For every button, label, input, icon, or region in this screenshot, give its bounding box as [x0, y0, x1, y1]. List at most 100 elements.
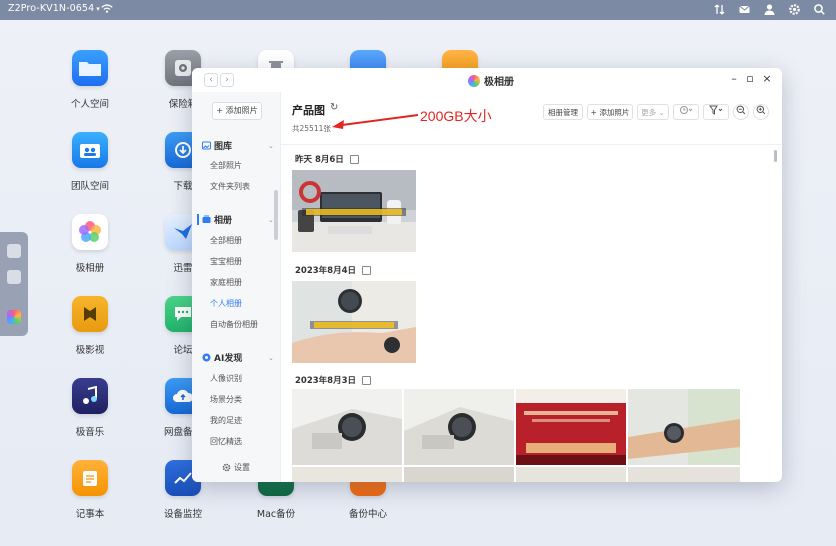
- desktop-icon-label: Mac备份: [256, 509, 296, 520]
- sidebar-item-personal-album[interactable]: 个人相册: [210, 298, 242, 309]
- settings-label: 设置: [234, 463, 250, 472]
- music-note-icon: [72, 378, 108, 414]
- desktop-icon-label: 个人空间: [70, 99, 109, 110]
- watch-wrist-photo: [292, 281, 416, 363]
- photo-thumbnail[interactable]: [292, 170, 416, 252]
- chevron-down-icon: ⌄: [268, 353, 274, 362]
- album-icon: [202, 215, 211, 223]
- video-icon: [72, 296, 108, 332]
- message-icon[interactable]: [738, 3, 751, 16]
- sidebar-item-family-album[interactable]: 家庭相册: [210, 277, 242, 288]
- album-title: 产品图: [292, 104, 325, 117]
- select-group-checkbox[interactable]: [349, 154, 359, 164]
- annotation-text: 200GB大小: [420, 108, 492, 124]
- sidebar-item-baby-album[interactable]: 宝宝相册: [210, 256, 242, 267]
- photo-thumbnail[interactable]: [404, 389, 514, 465]
- watch-wrist-photo: [628, 389, 740, 465]
- photo-thumbnail[interactable]: [516, 467, 626, 482]
- sidebar-item-all-photos[interactable]: 全部照片: [210, 160, 242, 171]
- dock-drive-icon[interactable]: [7, 244, 21, 258]
- team-folder-icon: [72, 132, 108, 168]
- content-scrollbar[interactable]: [774, 150, 777, 162]
- sidebar-section-gallery[interactable]: 图库 ⌄: [202, 139, 274, 152]
- device-name: Z2Pro-KV1N-0654: [8, 3, 95, 14]
- sidebar-section-label: AI发现: [214, 354, 243, 364]
- zoom-out-button[interactable]: [733, 104, 749, 120]
- sidebar-item-auto-backup-album[interactable]: 自动备份相册: [210, 319, 258, 330]
- search-icon[interactable]: [813, 3, 826, 16]
- desktop-icon-video[interactable]: 极影视: [45, 296, 135, 356]
- sidebar-item-scene-classification[interactable]: 场景分类: [210, 394, 242, 405]
- left-dock: [0, 232, 28, 336]
- close-button[interactable]: ×: [761, 72, 773, 85]
- date-group-label: 2023年8月4日: [295, 266, 356, 276]
- add-photo-button[interactable]: + 添加照片: [212, 102, 262, 120]
- more-dropdown[interactable]: 更多 ⌄: [637, 104, 669, 120]
- dock-apps-grid-icon[interactable]: [7, 270, 21, 284]
- more-label: 更多: [641, 108, 657, 117]
- zoom-in-button[interactable]: [753, 104, 769, 120]
- sort-dropdown[interactable]: [673, 104, 699, 120]
- app-logo-icon: [468, 74, 480, 87]
- gallery-icon: [202, 141, 211, 150]
- select-group-checkbox[interactable]: [362, 375, 371, 385]
- main-content: 产品图 ↻ 共25511张 相册管理 + 添加照片 更多 ⌄ 昨天 8月6日 2…: [281, 92, 782, 482]
- clock-sort-icon: [680, 106, 693, 114]
- window-title-text: 极相册: [484, 77, 514, 88]
- window-titlebar: ‹ › 极相册 – ▫ ×: [192, 68, 782, 92]
- sidebar-section-ai[interactable]: AI发现 ⌄: [202, 351, 274, 364]
- desktop-icon-personal-space[interactable]: 个人空间: [45, 50, 135, 110]
- photo-thumbnail[interactable]: [404, 467, 514, 482]
- sidebar-item-folders[interactable]: 文件夹列表: [210, 181, 250, 192]
- chevron-down-icon: ⌄: [658, 108, 665, 117]
- ai-discover-icon: [202, 353, 211, 362]
- desktop-icon-notepad[interactable]: 记事本: [45, 460, 135, 520]
- user-icon[interactable]: [763, 3, 776, 16]
- photo-app-window: ‹ › 极相册 – ▫ × + 添加照片 图库 ⌄ 全部照片 文件夹列表 相册 …: [192, 68, 782, 482]
- album-manage-button[interactable]: 相册管理: [543, 104, 583, 120]
- desktop-icon-music[interactable]: 极音乐: [45, 378, 135, 438]
- sidebar-item-memories[interactable]: 回忆精选: [210, 436, 242, 447]
- desktop-icon-label: 设备监控: [163, 509, 202, 520]
- photo-thumbnail[interactable]: [628, 467, 740, 482]
- minimize-button[interactable]: –: [728, 72, 740, 85]
- desktop-icon-photos[interactable]: 极相册: [45, 214, 135, 274]
- dock-photos-icon[interactable]: [7, 310, 21, 324]
- desktop-icon-label: 记事本: [75, 509, 105, 520]
- folder-icon: [72, 50, 108, 86]
- chevron-down-icon: ⌄: [268, 215, 274, 224]
- filter-icon: [709, 105, 723, 115]
- photo-thumbnail[interactable]: [516, 389, 626, 465]
- desktop-icon-label: 极影视: [75, 345, 105, 356]
- sidebar-settings-button[interactable]: 设置: [222, 462, 250, 473]
- device-selector[interactable]: Z2Pro-KV1N-0654 ▾: [8, 3, 100, 14]
- photo-thumbnail[interactable]: [292, 467, 402, 482]
- header-divider: [281, 144, 782, 145]
- sidebar-section-albums[interactable]: 相册 ⌄: [202, 213, 274, 226]
- photo-thumbnail[interactable]: [292, 389, 402, 465]
- sidebar-item-face-recognition[interactable]: 人像识别: [210, 373, 242, 384]
- sidebar-section-label: 相册: [214, 216, 233, 226]
- transfer-icon[interactable]: [713, 3, 726, 16]
- photo-thumbnail[interactable]: [628, 389, 740, 465]
- select-group-checkbox[interactable]: [362, 265, 371, 275]
- sidebar-item-my-footprints[interactable]: 我的足迹: [210, 415, 242, 426]
- zoom-out-icon: [736, 105, 746, 115]
- sidebar-item-all-albums[interactable]: 全部相册: [210, 235, 242, 246]
- date-group-label: 2023年8月3日: [295, 376, 356, 386]
- back-button[interactable]: ‹: [204, 73, 218, 87]
- date-group-header: 2023年8月3日: [295, 374, 371, 386]
- watch-product-photo: [292, 389, 402, 465]
- gear-icon: [222, 463, 231, 472]
- forward-button[interactable]: ›: [220, 73, 234, 87]
- desktop-icon-team-space[interactable]: 团队空间: [45, 132, 135, 192]
- maximize-button[interactable]: ▫: [744, 72, 756, 85]
- wifi-icon: [101, 4, 113, 13]
- filter-dropdown[interactable]: [703, 104, 729, 120]
- sidebar-scrollbar[interactable]: [274, 190, 278, 240]
- zoom-in-icon: [756, 105, 766, 115]
- settings-icon[interactable]: [788, 3, 801, 16]
- photo-thumbnail[interactable]: [292, 281, 416, 363]
- add-photo-toolbar-button[interactable]: + 添加照片: [587, 104, 633, 120]
- watch-product-photo: [404, 389, 514, 465]
